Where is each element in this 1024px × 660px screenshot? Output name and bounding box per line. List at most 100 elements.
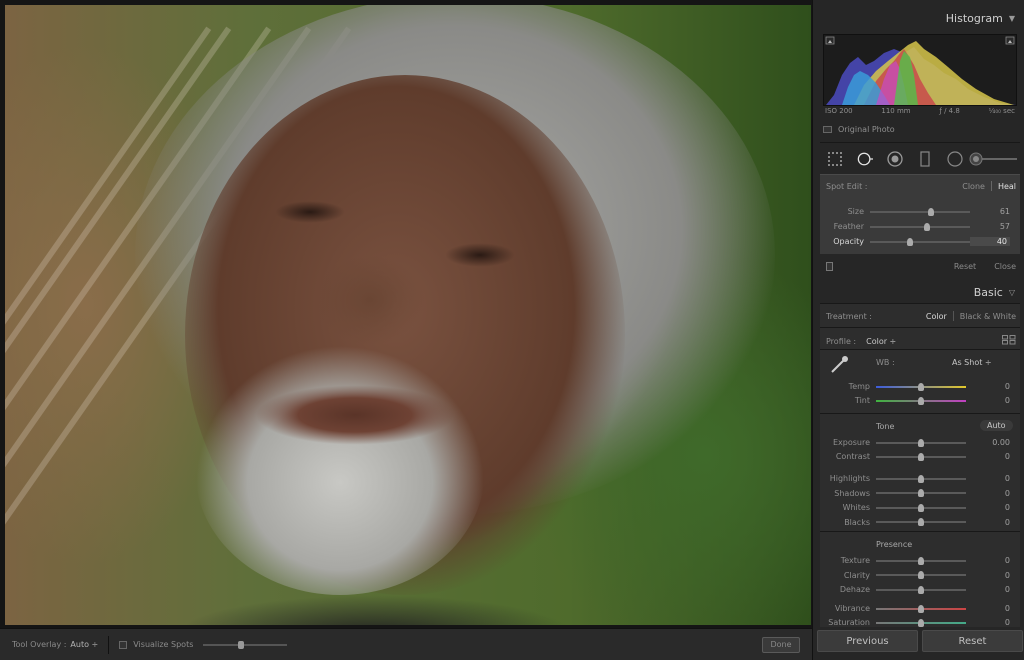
- dehaze-value[interactable]: 0: [966, 585, 1010, 594]
- tint-slider-thumb[interactable]: [918, 396, 924, 405]
- saturation-slider[interactable]: [876, 618, 966, 627]
- blacks-slider[interactable]: [876, 518, 966, 526]
- basic-panel-header[interactable]: Basic ▽: [813, 282, 1024, 302]
- spot-close-button[interactable]: Close: [994, 262, 1016, 271]
- crop-overlay-icon[interactable]: [827, 151, 843, 167]
- opacity-slider[interactable]: [870, 237, 970, 246]
- mode-divider: [990, 181, 992, 191]
- tint-value[interactable]: 0: [966, 396, 1010, 405]
- exposure-slider-thumb[interactable]: [918, 438, 924, 447]
- exposure-value[interactable]: 0.00: [966, 438, 1010, 447]
- basic-title: Basic: [973, 285, 1003, 299]
- histogram-graph[interactable]: [823, 34, 1017, 106]
- red-eye-icon[interactable]: [887, 151, 903, 167]
- temp-slider-thumb[interactable]: [918, 382, 924, 391]
- feather-slider-thumb[interactable]: [924, 222, 930, 231]
- opacity-slider-thumb[interactable]: [907, 237, 913, 246]
- collapse-triangle-icon[interactable]: ▼: [1009, 14, 1015, 23]
- whites-slider-thumb[interactable]: [918, 503, 924, 512]
- saturation-slider-row: Saturation 0: [822, 618, 1010, 627]
- shadows-slider[interactable]: [876, 489, 966, 497]
- spot-removal-icon[interactable]: [857, 151, 873, 167]
- saturation-value[interactable]: 0: [966, 618, 1010, 627]
- tone-auto-button[interactable]: Auto: [980, 420, 1013, 431]
- texture-slider[interactable]: [876, 556, 966, 565]
- texture-slider-thumb[interactable]: [918, 556, 924, 565]
- presence-label: Presence: [876, 540, 913, 549]
- opacity-value[interactable]: 40: [970, 237, 1010, 246]
- profile-browser-icon[interactable]: [1002, 335, 1016, 347]
- temp-value[interactable]: 0: [966, 382, 1010, 391]
- profile-dropdown[interactable]: Color ÷: [866, 337, 896, 346]
- histogram-panel-header[interactable]: Histogram ▼: [813, 8, 1024, 28]
- heal-mode-button[interactable]: Heal: [998, 182, 1016, 191]
- clarity-value[interactable]: 0: [966, 571, 1010, 580]
- feather-value[interactable]: 57: [970, 222, 1010, 231]
- contrast-value[interactable]: 0: [966, 452, 1010, 461]
- collapse-triangle-icon[interactable]: ▽: [1009, 288, 1015, 297]
- original-photo-checkbox[interactable]: [823, 126, 832, 133]
- feather-label: Feather: [833, 222, 864, 231]
- histogram-chart: [825, 36, 1016, 105]
- whites-value[interactable]: 0: [966, 503, 1010, 512]
- clone-mode-button[interactable]: Clone: [962, 182, 985, 191]
- previous-button[interactable]: Previous: [817, 630, 918, 652]
- treatment-bw-button[interactable]: Black & White: [960, 312, 1016, 321]
- visualize-spots-slider-thumb[interactable]: [238, 640, 245, 649]
- dehaze-slider-thumb[interactable]: [918, 585, 924, 594]
- contrast-slider-thumb[interactable]: [918, 452, 924, 461]
- shadows-value[interactable]: 0: [966, 489, 1010, 498]
- temp-slider[interactable]: [876, 382, 966, 391]
- panel-switch-icon[interactable]: [826, 261, 833, 271]
- spot-edit-footer: Reset Close: [820, 256, 1020, 276]
- shadows-label: Shadows: [834, 488, 870, 498]
- spot-reset-button[interactable]: Reset: [954, 262, 976, 271]
- size-slider-thumb[interactable]: [928, 207, 934, 216]
- visualize-spots-label: Visualize Spots: [133, 640, 194, 649]
- highlights-slider[interactable]: [876, 474, 966, 483]
- saturation-slider-thumb[interactable]: [918, 618, 924, 627]
- size-value[interactable]: 61: [970, 207, 1010, 216]
- vibrance-value[interactable]: 0: [966, 604, 1010, 613]
- toolbar-divider: [108, 635, 110, 654]
- clarity-slider-thumb[interactable]: [918, 571, 924, 579]
- radial-filter-icon[interactable]: [947, 151, 963, 167]
- spot-edit-label: Spot Edit :: [826, 181, 868, 191]
- wb-dropdown[interactable]: As Shot ÷: [952, 358, 992, 367]
- blacks-value[interactable]: 0: [966, 518, 1010, 527]
- feather-slider[interactable]: [870, 222, 970, 231]
- highlights-value[interactable]: 0: [966, 474, 1010, 483]
- feather-slider-row: Feather 57: [822, 222, 1010, 231]
- contrast-slider[interactable]: [876, 452, 966, 461]
- texture-value[interactable]: 0: [966, 556, 1010, 565]
- visualize-spots-checkbox[interactable]: [119, 640, 128, 649]
- clarity-slider[interactable]: [876, 571, 966, 579]
- reset-button[interactable]: Reset: [922, 630, 1023, 652]
- tint-slider[interactable]: [876, 396, 966, 405]
- vibrance-slider-thumb[interactable]: [918, 604, 924, 613]
- original-photo-toggle[interactable]: Original Photo: [823, 125, 895, 134]
- vibrance-slider-row: Vibrance 0: [822, 604, 1010, 613]
- treatment-color-button[interactable]: Color: [926, 312, 947, 321]
- adjustment-brush-icon[interactable]: [969, 152, 1017, 166]
- histogram-exif-info: ISO 200 110 mm ƒ / 4.8 ⅟₄₀₀ sec: [823, 107, 1017, 115]
- size-slider[interactable]: [870, 207, 970, 216]
- blacks-slider-row: Blacks 0: [822, 518, 1010, 527]
- wb-eyedropper-icon[interactable]: [828, 354, 850, 378]
- done-button[interactable]: Done: [762, 636, 800, 653]
- whites-slider[interactable]: [876, 503, 966, 512]
- aperture-value: ƒ / 4.8: [939, 107, 960, 115]
- shadows-slider-thumb[interactable]: [918, 489, 924, 497]
- exposure-slider[interactable]: [876, 438, 966, 447]
- spot-edit-panel: Spot Edit : Clone Heal Size 61 Feather 57 Op…: [820, 174, 1020, 254]
- dehaze-slider[interactable]: [876, 585, 966, 594]
- tool-overlay-dropdown[interactable]: Auto ÷: [70, 640, 98, 649]
- blacks-slider-thumb[interactable]: [918, 518, 924, 526]
- original-photo-label: Original Photo: [838, 125, 895, 134]
- portrait-photo[interactable]: [5, 5, 811, 625]
- photo-canvas-area[interactable]: [0, 0, 812, 628]
- graduated-filter-icon[interactable]: [917, 151, 933, 167]
- vibrance-slider[interactable]: [876, 604, 966, 613]
- highlights-slider-thumb[interactable]: [918, 474, 924, 483]
- visualize-spots-slider[interactable]: [203, 640, 288, 649]
